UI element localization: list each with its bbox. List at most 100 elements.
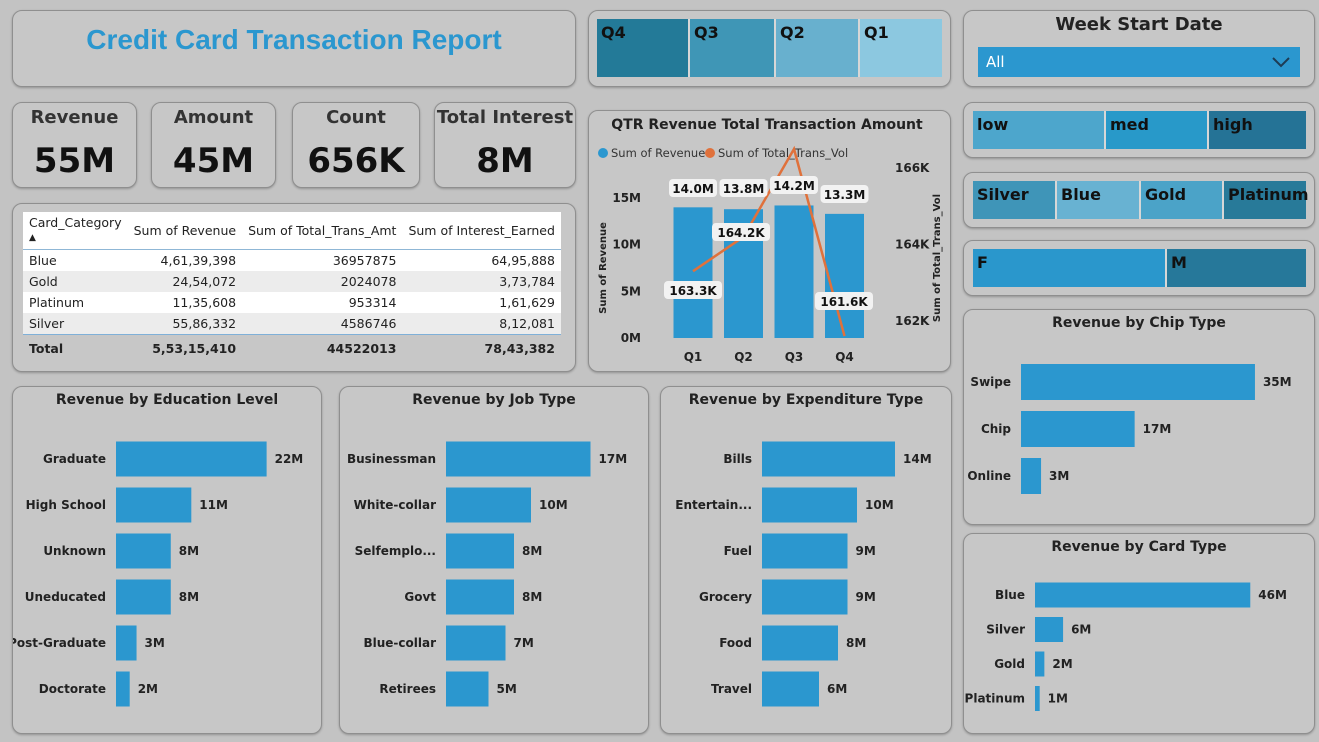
table-cell: 78,43,382 (402, 334, 561, 359)
column-header-trans-amt[interactable]: Sum of Total_Trans_Amt (242, 212, 403, 250)
bar[interactable] (1021, 411, 1135, 447)
table-total-row: Total 5,53,15,410 44522013 78,43,382 (23, 334, 561, 359)
table-row[interactable]: Gold 24,54,072 2024078 3,73,784 (23, 271, 561, 292)
bar-data-label: 13.8M (723, 182, 765, 196)
bar[interactable] (1021, 458, 1042, 494)
kpi-card-revenue: Revenue 55M (12, 102, 137, 188)
category-label: Blue (995, 588, 1025, 602)
bar[interactable] (673, 207, 713, 338)
y-right-tick: 164K (895, 237, 930, 251)
bar[interactable] (1021, 364, 1255, 400)
data-label: 11M (199, 498, 228, 512)
data-label: 8M (179, 590, 199, 604)
chevron-down-icon[interactable] (1272, 56, 1290, 68)
bar[interactable] (116, 671, 130, 707)
table-row[interactable]: Silver 55,86,332 4586746 8,12,081 (23, 313, 561, 335)
bar[interactable] (825, 213, 864, 338)
slicer-tile-male[interactable]: M (1167, 249, 1306, 287)
slicer-tile-q1[interactable]: Q1 (860, 19, 942, 77)
category-label: Businessman (347, 452, 436, 466)
category-label: Silver (986, 623, 1025, 637)
category-label: Uneducated (25, 590, 106, 604)
x-tick-label: Q4 (835, 350, 854, 364)
bar[interactable] (1035, 617, 1064, 642)
slicer-tile-q2[interactable]: Q2 (776, 19, 860, 77)
table-cell: 2024078 (242, 271, 403, 292)
bar[interactable] (446, 487, 531, 523)
y-left-axis-title: Sum of Revenue (598, 222, 609, 314)
bar[interactable] (1035, 582, 1251, 608)
expenditure-chart: Revenue by Expenditure Type Bills 14M Ente… (660, 386, 952, 734)
table-row[interactable]: Blue 4,61,39,398 36957875 64,95,888 (23, 249, 561, 271)
bar[interactable] (762, 487, 857, 523)
job-chart: Revenue by Job Type Businessman 17M White-… (339, 386, 649, 734)
legend-label: Sum of Total_Trans_Vol (718, 146, 848, 160)
education-chart: Revenue by Education Level Graduate 22M Hi… (12, 386, 322, 734)
table-row[interactable]: Platinum 11,35,608 953314 1,61,629 (23, 292, 561, 313)
kpi-label: Amount (173, 107, 254, 128)
bar[interactable] (116, 441, 267, 477)
x-tick-label: Q1 (684, 350, 703, 364)
data-label: 1M (1048, 692, 1068, 706)
category-label: Blue-collar (363, 636, 436, 650)
kpi-card-amount: Amount 45M (151, 102, 276, 188)
kpi-value: 8M (476, 141, 534, 181)
bar[interactable] (762, 625, 838, 661)
data-label: 3M (145, 636, 165, 650)
bar[interactable] (446, 579, 514, 615)
slicer-tile-platinum[interactable]: Platinum (1224, 181, 1309, 219)
bar[interactable] (116, 487, 192, 523)
slicer-tile-high[interactable]: high (1209, 111, 1306, 149)
bar[interactable] (446, 625, 506, 661)
slicer-tile-med[interactable]: med (1106, 111, 1209, 149)
table-cell: Gold (23, 271, 128, 292)
slicer-tile-low[interactable]: low (973, 111, 1106, 149)
category-label: Gold (994, 657, 1025, 671)
qtr-revenue-chart: QTR Revenue Total Transaction Amount Sum … (588, 110, 951, 372)
table-cell: Blue (23, 249, 128, 271)
table-cell: Total (23, 334, 128, 359)
card-category-slicer: Silver Blue Gold Platinum (963, 172, 1315, 228)
bar[interactable] (762, 671, 819, 707)
report-title: Credit Card Transaction Report (86, 24, 502, 55)
bar[interactable] (116, 533, 171, 569)
education-chart-canvas: Graduate 22M High School 11M Unknown 8M Uneduc… (13, 441, 303, 707)
bar[interactable] (446, 533, 514, 569)
category-label: Bills (723, 452, 752, 466)
bar[interactable] (774, 205, 814, 338)
bar[interactable] (446, 441, 591, 477)
slicer-tile-silver[interactable]: Silver (973, 181, 1057, 219)
slicer-tile-q3[interactable]: Q3 (690, 19, 776, 77)
bar[interactable] (1035, 651, 1045, 677)
table-cell: 44522013 (242, 334, 403, 359)
bar[interactable] (116, 625, 137, 661)
table-cell: Silver (23, 313, 128, 335)
line-data-label: 164.2K (717, 226, 765, 240)
bar[interactable] (446, 671, 489, 707)
data-label: 2M (1052, 657, 1072, 671)
kpi-value: 55M (33, 141, 116, 181)
data-label: 8M (179, 544, 199, 558)
legend-trans-vol-icon (705, 148, 715, 158)
slicer-tile-blue[interactable]: Blue (1057, 181, 1141, 219)
header-label: Card_Category (29, 215, 122, 230)
bar[interactable] (1035, 686, 1040, 711)
bar[interactable] (762, 441, 895, 477)
slicer-tile-q4[interactable]: Q4 (597, 19, 690, 77)
sort-ascending-icon[interactable]: ▲ (29, 233, 36, 243)
bar[interactable] (116, 579, 171, 615)
column-header-interest[interactable]: Sum of Interest_Earned (402, 212, 561, 250)
kpi-card-count: Count 656K (292, 102, 420, 188)
column-header-card-category[interactable]: Card_Category ▲ (23, 212, 128, 250)
bar-data-label: 14.2M (773, 179, 815, 193)
bar[interactable] (762, 579, 848, 615)
category-label: Chip (981, 422, 1011, 436)
bar[interactable] (762, 533, 848, 569)
slicer-tile-female[interactable]: F (973, 249, 1167, 287)
column-header-revenue[interactable]: Sum of Revenue (127, 212, 243, 250)
week-start-dropdown[interactable]: All (978, 47, 1300, 77)
legend-label: Sum of Revenue (611, 146, 705, 160)
data-label: 10M (539, 498, 568, 512)
slicer-tile-gold[interactable]: Gold (1141, 181, 1224, 219)
chart-title: Revenue by Job Type (412, 392, 576, 408)
